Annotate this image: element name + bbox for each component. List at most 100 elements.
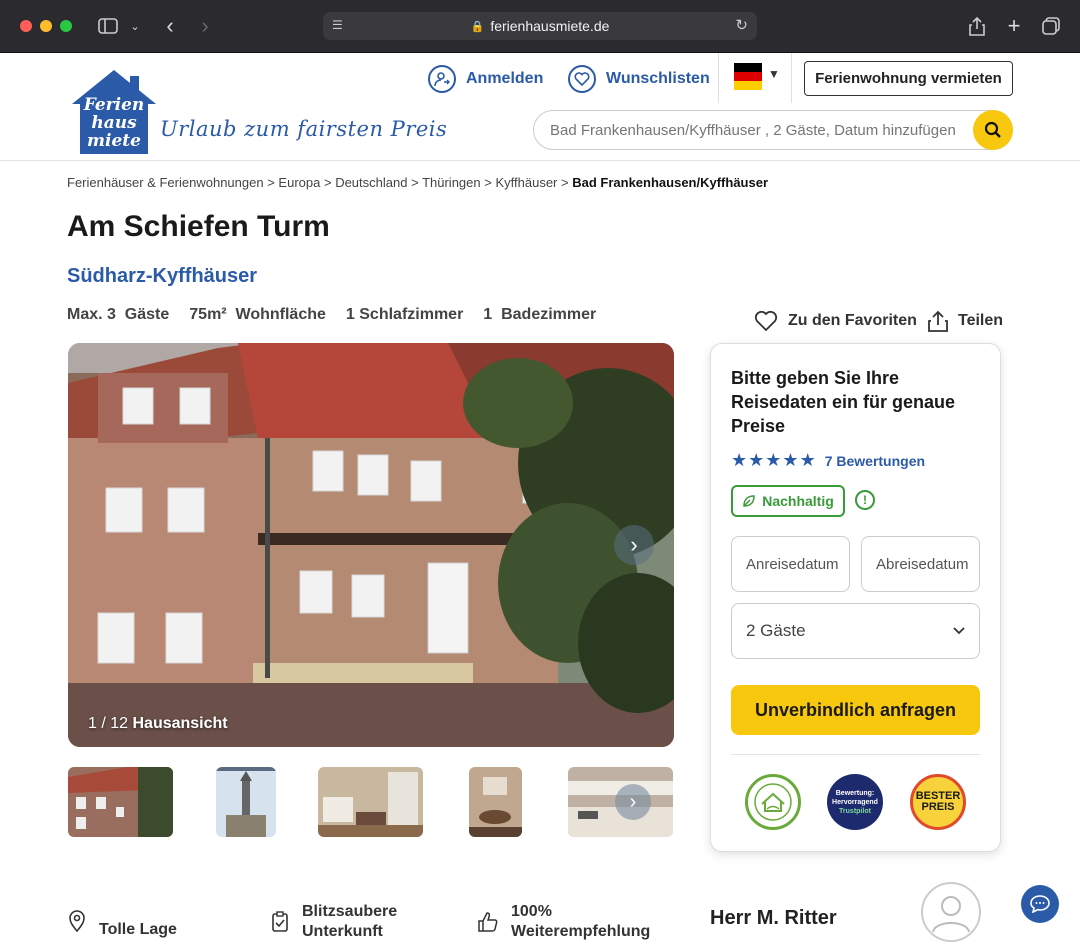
breadcrumb-current: Bad Frankenhausen/Kyffhäuser [572, 175, 769, 190]
heart-icon [754, 310, 778, 332]
best-price-line2: PREIS [921, 801, 955, 813]
site-header: Ferien haus miete Urlaub zum fairsten Pr… [0, 53, 1080, 161]
close-window-button[interactable] [20, 20, 32, 32]
departure-placeholder: Abreisedatum [876, 555, 969, 573]
feature-clean-line1: Blitzsaubere [302, 903, 398, 920]
breadcrumb-item[interactable]: Deutschland [335, 175, 407, 190]
trustpilot-top: Bewertung: [835, 789, 875, 797]
svg-text:haus: haus [91, 113, 137, 133]
svg-text:miete: miete [87, 131, 141, 151]
chevron-down-icon[interactable]: ⌄ [128, 14, 142, 38]
browser-toolbar: ⌄ ‹ › ☰ 🔒 ferienhausmiete.de ↻ + [0, 0, 1080, 53]
breadcrumb-item[interactable]: Europa [278, 175, 320, 190]
breadcrumb-item[interactable]: Kyffhäuser [495, 175, 557, 190]
leaf-icon [743, 495, 755, 507]
site-logo[interactable]: Ferien haus miete [70, 68, 158, 158]
feature-location-label: Tolle Lage [99, 921, 177, 938]
departure-date-field[interactable]: Abreisedatum [861, 536, 980, 592]
feature-clean: Blitzsaubere Unterkunft [270, 902, 397, 942]
header-divider [791, 53, 792, 103]
german-flag-icon[interactable] [734, 63, 762, 90]
wishlist-link[interactable]: Wunschlisten [568, 63, 710, 95]
thumbnail[interactable] [469, 767, 522, 837]
page-menu-icon[interactable]: ☰ [332, 18, 346, 32]
new-tab-icon[interactable]: + [1003, 13, 1025, 38]
guests-select[interactable]: 2 Gäste [731, 603, 980, 659]
clipboard-check-icon [272, 911, 288, 932]
sidebar-toggle-icon[interactable] [96, 14, 120, 38]
feature-recommend-line2: Weiterempfehlung [511, 923, 651, 940]
thumbnails-next-button[interactable]: › [615, 784, 651, 820]
photo-counter: 1 / 12 [88, 715, 129, 732]
quality-seal-icon [745, 774, 801, 830]
lock-icon: 🔒 [470, 20, 485, 33]
breadcrumb-item[interactable]: Thüringen [422, 175, 481, 190]
forward-icon[interactable]: › [195, 13, 215, 38]
feature-recommend-label: 100% Weiterempfehlung [511, 902, 650, 942]
zoom-window-button[interactable] [60, 20, 72, 32]
reviews-link[interactable]: 7 Bewertungen [825, 453, 925, 469]
search-button[interactable] [973, 110, 1013, 150]
breadcrumb-separator: > [411, 175, 419, 190]
host-name: Herr M. Ritter [710, 907, 837, 929]
trustpilot-label: Trustpilot [839, 807, 871, 815]
minimize-window-button[interactable] [40, 20, 52, 32]
arrival-placeholder: Anreisedatum [746, 555, 839, 573]
booking-card: Bitte geben Sie Ihre Reisedaten ein für … [710, 343, 1001, 852]
guests-value: 2 Gäste [746, 621, 806, 640]
breadcrumb-item[interactable]: Ferienhäuser & Ferienwohnungen [67, 175, 264, 190]
trustpilot-badge: Bewertung: Hervorragend Trustpilot [827, 774, 883, 830]
search-input[interactable] [550, 121, 970, 139]
thumbnail[interactable] [68, 767, 173, 837]
photo-title: Hausansicht [132, 715, 228, 732]
gallery-next-button[interactable]: › [614, 525, 654, 565]
breadcrumb-separator: > [484, 175, 492, 190]
user-icon [428, 65, 456, 93]
chevron-down-icon[interactable]: ▼ [768, 67, 780, 81]
arrival-date-field[interactable]: Anreisedatum [731, 536, 850, 592]
rating[interactable]: ★ ★ ★ ★ ★ 7 Bewertungen [731, 450, 925, 471]
chat-icon [1030, 895, 1050, 913]
gallery-caption: 1 / 12 Hausansicht [88, 715, 228, 733]
share-icon [928, 310, 948, 332]
svg-text:Ferien: Ferien [83, 95, 145, 115]
search-icon [984, 121, 1001, 138]
share-button[interactable]: Teilen [928, 310, 1003, 332]
feature-recommend: 100% Weiterempfehlung [477, 902, 650, 942]
thumbnail[interactable] [216, 767, 276, 837]
url-text: ferienhausmiete.de [490, 18, 610, 34]
heart-icon [568, 65, 596, 93]
request-button[interactable]: Unverbindlich anfragen [731, 685, 980, 735]
booking-heading: Bitte geben Sie Ihre Reisedaten ein für … [731, 368, 956, 436]
address-bar[interactable]: ☰ 🔒 ferienhausmiete.de ↻ [323, 12, 757, 40]
header-divider [718, 53, 719, 103]
search-bar[interactable] [533, 110, 1013, 150]
star-icon: ★ [765, 450, 782, 470]
rent-out-button[interactable]: Ferienwohnung vermieten [804, 61, 1013, 96]
feature-clean-line2: Unterkunft [302, 923, 383, 940]
region-link[interactable]: Südharz-Kyffhäuser [67, 265, 257, 288]
reload-icon[interactable]: ↻ [735, 16, 748, 34]
share-label: Teilen [958, 312, 1004, 329]
tab-overview-icon[interactable] [1040, 14, 1062, 38]
feature-clean-label: Blitzsaubere Unterkunft [302, 902, 397, 942]
breadcrumb-separator: > [267, 175, 275, 190]
thumbs-up-icon [478, 912, 498, 932]
chat-button[interactable] [1021, 885, 1059, 923]
back-icon[interactable]: ‹ [160, 13, 180, 38]
breadcrumb-separator: > [323, 175, 332, 190]
thumbnail[interactable] [318, 767, 423, 837]
fact-guests: Max. 3 Gäste [67, 306, 170, 323]
site-tagline: Urlaub zum fairsten Preis [160, 117, 448, 141]
map-pin-icon [69, 910, 85, 932]
info-icon[interactable]: ! [855, 490, 875, 510]
host-avatar [921, 882, 981, 942]
sustainability-label: Nachhaltig [762, 493, 834, 509]
sustainability-badge[interactable]: Nachhaltig [731, 485, 845, 517]
favorite-button[interactable]: Zu den Favoriten [754, 310, 917, 332]
main-photo[interactable] [68, 343, 674, 747]
listing-facts: Max. 3 Gäste 75m² Wohnfläche 1 Schlafzim… [67, 306, 596, 324]
share-icon[interactable] [966, 14, 988, 38]
login-link[interactable]: Anmelden [428, 63, 543, 95]
favorite-label: Zu den Favoriten [788, 312, 917, 329]
